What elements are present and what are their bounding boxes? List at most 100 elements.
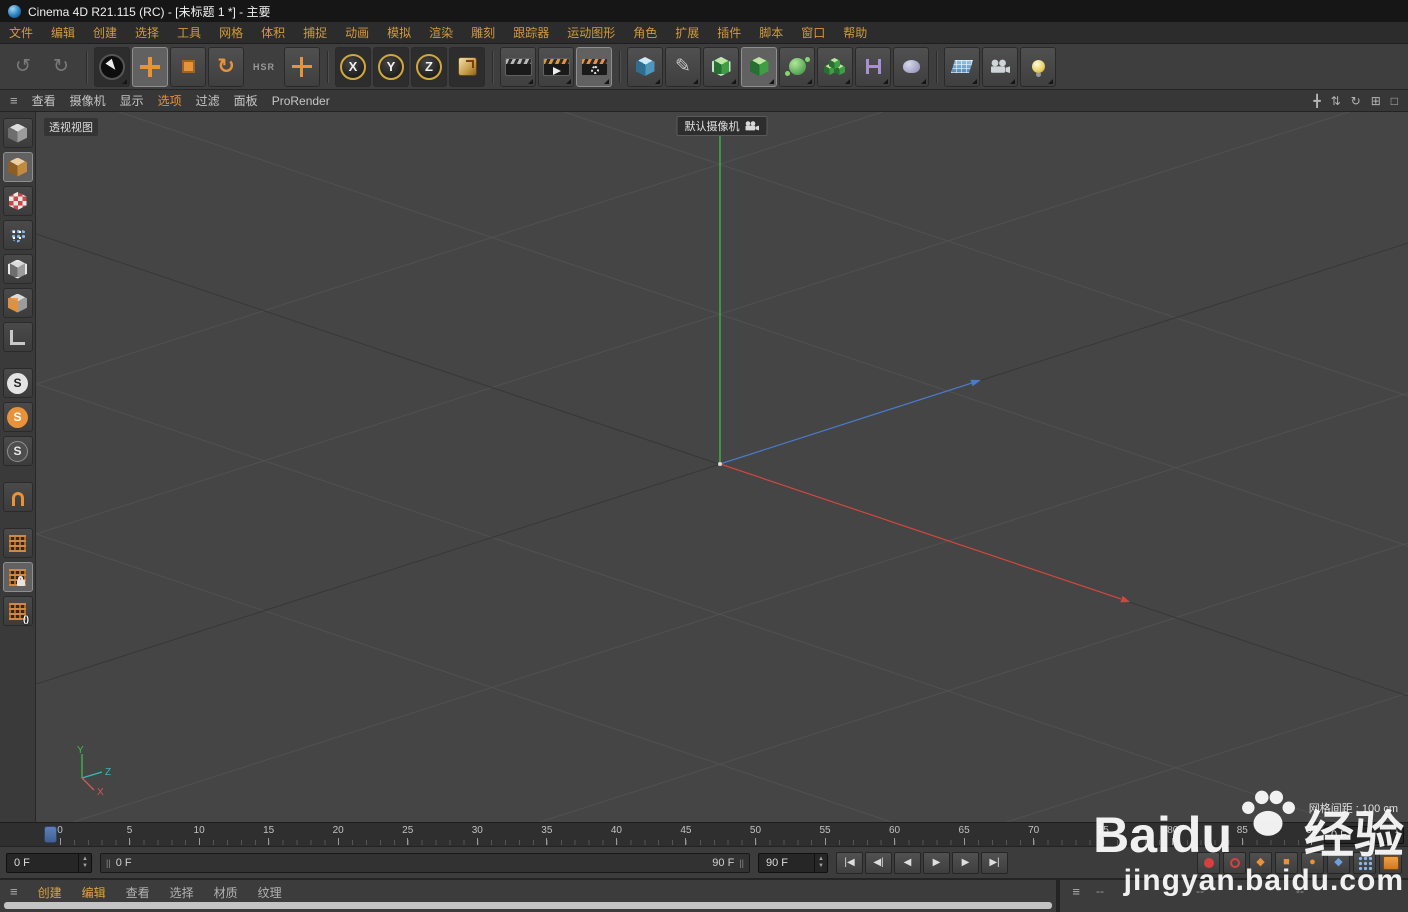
viewport-menu-cameras[interactable]: 摄像机 bbox=[70, 92, 106, 109]
y-axis-lock-button[interactable]: Y bbox=[373, 46, 409, 87]
timeline-ruler[interactable]: 0 5 10 15 20 25 30 35 40 45 50 55 60 65 … bbox=[0, 822, 1408, 846]
viewport-solo-off-button[interactable]: S bbox=[2, 368, 33, 398]
menu-item-character[interactable]: 角色 bbox=[624, 22, 666, 44]
panel-view-icon[interactable]: □ bbox=[1391, 94, 1398, 108]
menu-item-mograph[interactable]: 运动图形 bbox=[558, 22, 624, 44]
enable-snap-button[interactable] bbox=[2, 482, 33, 512]
scale-tool-button[interactable] bbox=[170, 46, 206, 87]
viewport[interactable]: 透视视图 默认摄像机 Y Z X 网格间距 : 100 cm bbox=[36, 112, 1408, 822]
coordinate-system-button[interactable] bbox=[449, 46, 485, 87]
stepper-up-icon[interactable]: ▲ bbox=[1394, 829, 1400, 835]
pan-view-icon[interactable]: ╋ bbox=[1313, 94, 1320, 108]
workplane-mode-button[interactable] bbox=[2, 322, 33, 352]
max-frame-stepper[interactable]: ▲ ▼ bbox=[814, 853, 827, 872]
record-rotation-button[interactable]: ● bbox=[1301, 851, 1324, 874]
current-frame-stepper[interactable]: ▲ ▼ bbox=[78, 853, 91, 872]
metaball-button[interactable] bbox=[893, 46, 929, 87]
axis-modification-button[interactable] bbox=[284, 46, 320, 87]
coordinates-hamburger-icon[interactable]: ≡ bbox=[1072, 884, 1080, 899]
menu-item-select[interactable]: 选择 bbox=[126, 22, 168, 44]
goto-start-button[interactable]: |◀ bbox=[836, 851, 863, 874]
view-label[interactable]: 透视视图 bbox=[44, 118, 98, 136]
stepper-up-icon[interactable]: ▲ bbox=[82, 856, 88, 862]
viewport-solo-hierarchy-button[interactable]: S bbox=[2, 436, 33, 466]
menu-item-snap[interactable]: 捕捉 bbox=[294, 22, 336, 44]
make-editable-button[interactable] bbox=[2, 118, 33, 148]
menu-item-sculpt[interactable]: 雕刻 bbox=[462, 22, 504, 44]
undo-button[interactable]: ↺ bbox=[5, 47, 41, 87]
subdivision-surface-button[interactable] bbox=[703, 46, 739, 87]
menu-item-mesh[interactable]: 网格 bbox=[210, 22, 252, 44]
autokeying-button[interactable] bbox=[1223, 851, 1246, 874]
lock-workplane-button[interactable] bbox=[2, 562, 33, 592]
material-menu-create[interactable]: 创建 bbox=[38, 884, 62, 901]
workplane-button[interactable] bbox=[2, 528, 33, 558]
viewport-menu-prorender[interactable]: ProRender bbox=[272, 94, 330, 108]
x-axis-lock-button[interactable]: X bbox=[335, 46, 371, 87]
extrude-generator-button[interactable] bbox=[741, 46, 777, 87]
stepper-down-icon[interactable]: ▼ bbox=[818, 863, 824, 869]
material-menu-material[interactable]: 材质 bbox=[214, 884, 238, 901]
add-cube-button[interactable] bbox=[627, 46, 663, 87]
material-menu-texture[interactable]: 纹理 bbox=[258, 884, 282, 901]
viewport-menu-panel[interactable]: 面板 bbox=[234, 92, 258, 109]
viewport-menu-view[interactable]: 查看 bbox=[32, 92, 56, 109]
pen-spline-button[interactable]: ✎ bbox=[665, 46, 701, 87]
last-tool-button[interactable]: HSR bbox=[246, 47, 282, 87]
render-view-button[interactable] bbox=[500, 46, 536, 87]
range-start-grip[interactable]: || bbox=[106, 858, 111, 868]
move-tool-button[interactable] bbox=[132, 46, 168, 87]
menu-item-render[interactable]: 渲染 bbox=[420, 22, 462, 44]
keyframe-selection-button[interactable] bbox=[1353, 851, 1376, 874]
menu-item-extensions[interactable]: 扩展 bbox=[666, 22, 708, 44]
toggle-views-icon[interactable]: ⊞ bbox=[1371, 94, 1381, 108]
range-end-grip[interactable]: || bbox=[739, 858, 744, 868]
points-mode-button[interactable] bbox=[2, 220, 33, 250]
play-button[interactable]: ▶ bbox=[923, 851, 950, 874]
edges-mode-button[interactable] bbox=[2, 254, 33, 284]
stepper-down-icon[interactable]: ▼ bbox=[82, 863, 88, 869]
previous-frame-button[interactable]: ◀ bbox=[894, 851, 921, 874]
rotate-view-icon[interactable]: ↻ bbox=[1351, 94, 1361, 108]
max-frame-field[interactable]: 90 F ▲ ▼ bbox=[758, 852, 828, 873]
live-selection-button[interactable] bbox=[94, 46, 130, 87]
camera-button[interactable] bbox=[982, 46, 1018, 87]
polygons-mode-button[interactable] bbox=[2, 288, 33, 318]
viewport-menu-options[interactable]: 选项 bbox=[158, 92, 182, 109]
redo-button[interactable]: ↻ bbox=[43, 47, 79, 87]
viewport-solo-single-button[interactable]: S bbox=[2, 402, 33, 432]
menu-item-help[interactable]: 帮助 bbox=[834, 22, 876, 44]
next-frame-button[interactable]: ▶ bbox=[952, 851, 979, 874]
menu-item-plugins[interactable]: 插件 bbox=[708, 22, 750, 44]
menu-item-volume[interactable]: 体积 bbox=[252, 22, 294, 44]
menu-item-animate[interactable]: 动画 bbox=[336, 22, 378, 44]
menu-item-tools[interactable]: 工具 bbox=[168, 22, 210, 44]
bend-deformer-button[interactable] bbox=[855, 46, 891, 87]
mograph-cloner-button[interactable] bbox=[779, 46, 815, 87]
light-button[interactable] bbox=[1020, 46, 1056, 87]
record-scale-button[interactable]: ■ bbox=[1275, 851, 1298, 874]
viewport-menu-filter[interactable]: 过滤 bbox=[196, 92, 220, 109]
menu-item-window[interactable]: 窗口 bbox=[792, 22, 834, 44]
viewport-menu-display[interactable]: 显示 bbox=[120, 92, 144, 109]
stepper-down-icon[interactable]: ▼ bbox=[1394, 836, 1400, 842]
frame-offset-stepper[interactable]: ▲ ▼ bbox=[1390, 827, 1403, 843]
frame-offset-field[interactable]: 0 F ▲ ▼ bbox=[1324, 826, 1404, 844]
material-menu-select[interactable]: 选择 bbox=[170, 884, 194, 901]
record-parameter-button[interactable]: ◆ bbox=[1327, 851, 1350, 874]
viewport-hamburger-icon[interactable]: ≡ bbox=[10, 93, 18, 108]
material-menu-hamburger-icon[interactable]: ≡ bbox=[10, 884, 18, 899]
menu-item-edit[interactable]: 编辑 bbox=[42, 22, 84, 44]
material-scrollbar[interactable] bbox=[4, 902, 1053, 909]
quantize-button[interactable]: () bbox=[2, 596, 33, 626]
render-settings-button[interactable] bbox=[576, 46, 612, 87]
render-picture-viewer-button[interactable] bbox=[538, 46, 574, 87]
material-menu-view[interactable]: 查看 bbox=[126, 884, 150, 901]
record-position-button[interactable]: ◆ bbox=[1249, 851, 1272, 874]
model-mode-button[interactable] bbox=[2, 152, 33, 182]
timeline-playhead[interactable] bbox=[44, 826, 57, 843]
floor-button[interactable] bbox=[944, 46, 980, 87]
menu-item-simulate[interactable]: 模拟 bbox=[378, 22, 420, 44]
stepper-up-icon[interactable]: ▲ bbox=[818, 856, 824, 862]
menu-item-file[interactable]: 文件 bbox=[0, 22, 42, 44]
